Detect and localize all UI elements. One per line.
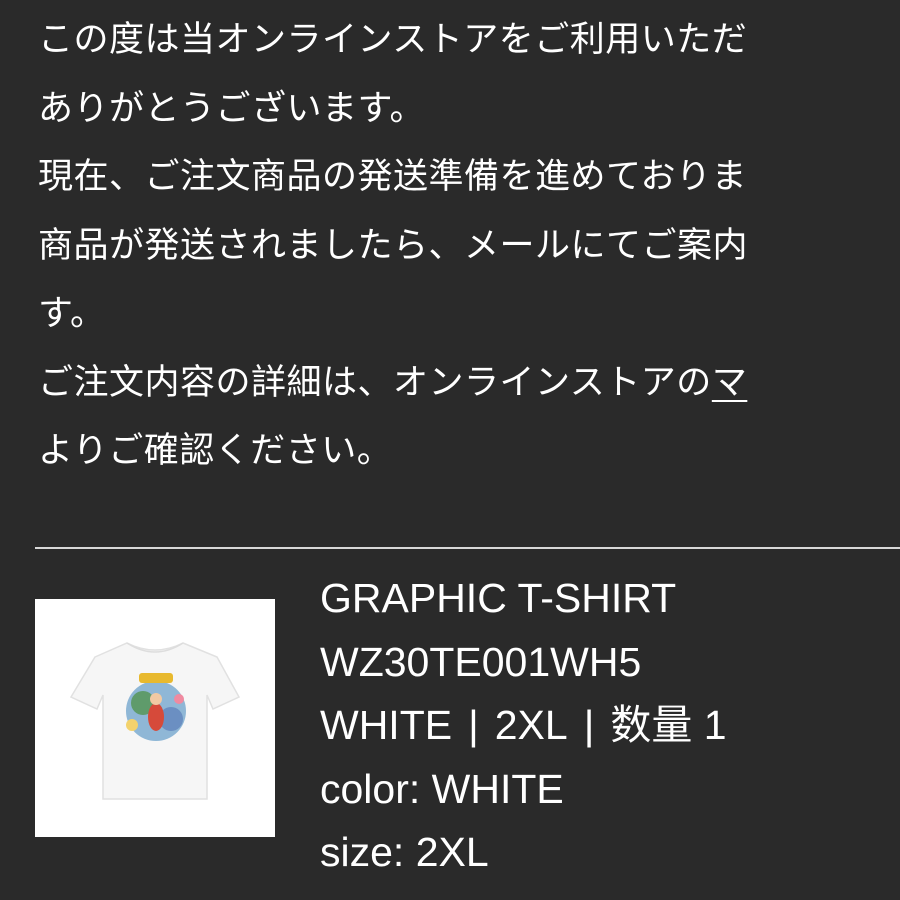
message-line: よりご確認ください。 — [38, 431, 393, 471]
product-color-line: color: WHITE — [320, 765, 564, 812]
product-sku: WZ30TE001WH5 — [320, 638, 642, 685]
message-line: 現在、ご注文商品の発送準備を進めておりま — [38, 157, 747, 197]
order-confirmation-email: この度は当オンラインストアをご利用いただ ありがとうございます。 現在、ご注文商… — [0, 0, 900, 900]
product-name[interactable]: GRAPHIC T-SHIRT — [320, 567, 727, 631]
product-image[interactable] — [35, 599, 275, 837]
variant-separator: | — [583, 702, 595, 748]
section-divider — [35, 547, 900, 549]
message-line: 商品が発送されましたら、メールにてご案内 — [38, 225, 749, 266]
message-text: ご注文内容の詳細は、オンラインストアの — [38, 362, 712, 403]
email-message-body: この度は当オンラインストアをご利用いただ ありがとうございます。 現在、ご注文商… — [38, 6, 900, 486]
order-item-details: GRAPHIC T-SHIRT WZ30TE001WH5 WHITE | 2XL | 数… — [320, 567, 727, 885]
product-size-line: size: 2XL — [320, 829, 489, 875]
variant-color: WHITE — [320, 702, 453, 748]
message-line: ありがとうございます。 — [38, 88, 426, 129]
mypage-link[interactable]: マ — [712, 363, 748, 403]
tshirt-thumbnail-icon — [35, 599, 275, 837]
quantity-label: 数量 1 — [610, 702, 727, 748]
message-line: この度は当オンラインストアをご利用いただ — [38, 20, 748, 60]
message-line: ご注文内容の詳細は、オンラインストアのマ — [38, 349, 900, 418]
message-line: す。 — [38, 294, 106, 334]
variant-size: 2XL — [494, 702, 568, 748]
variant-separator: | — [468, 702, 479, 748]
product-variant-summary: WHITE | 2XL | 数量 1 — [320, 694, 727, 758]
